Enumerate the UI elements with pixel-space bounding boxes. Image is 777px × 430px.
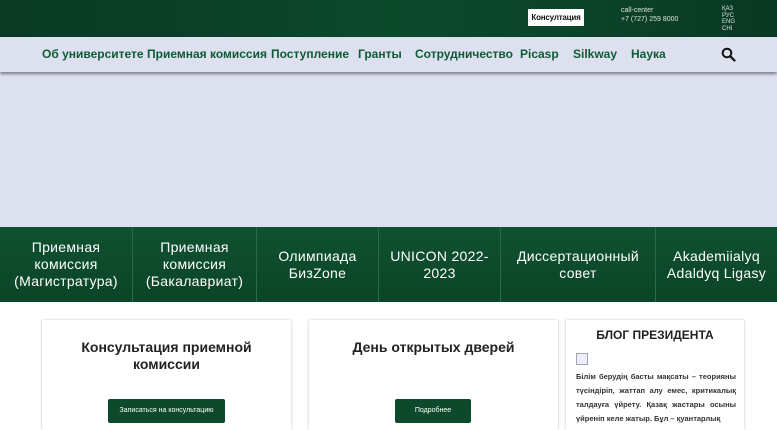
nav-item-silkway[interactable]: Silkway <box>573 37 617 72</box>
nav-item-about[interactable]: Об университете <box>42 37 144 72</box>
blog-image <box>576 353 588 365</box>
open-day-card: День открытых дверей Подробнее <box>309 320 558 430</box>
blog-excerpt[interactable]: Білім берудің басты мақсаты – теорияны т… <box>576 370 736 426</box>
quick-links: Приемная комиссия (Магистратура) Приемна… <box>0 227 777 302</box>
nav-item-enrollment[interactable]: Поступление <box>271 37 349 72</box>
tile-label: Приемная комиссия (Бакалавриат) <box>145 239 244 289</box>
tile-admission-bachelor[interactable]: Приемная комиссия (Бакалавриат) <box>133 227 257 302</box>
consultation-button[interactable]: Консултация <box>528 9 584 26</box>
blog-title: БЛОГ ПРЕЗИДЕНТА <box>596 328 714 342</box>
nav-item-grants[interactable]: Гранты <box>358 37 402 72</box>
tile-academic-integrity[interactable]: Akademiialyq Adaldyq Ligasy <box>656 227 777 302</box>
consultation-card: Консультация приемной комиссии Записатьс… <box>42 320 291 430</box>
tile-label: Akademiialyq Adaldyq Ligasy <box>666 247 767 281</box>
tile-dissertation-council[interactable]: Диссертационный совет <box>501 227 656 302</box>
tile-olympiad-bizzone[interactable]: Олимпиада БизZone <box>257 227 379 302</box>
lang-chi[interactable]: CHI <box>722 26 735 33</box>
tile-unicon[interactable]: UNICON 2022-2023 <box>379 227 501 302</box>
search-icon[interactable] <box>721 47 736 62</box>
consultation-card-title: Консультация приемной комиссии <box>81 339 252 372</box>
call-center-label: call-center <box>621 7 654 14</box>
tile-label: UNICON 2022-2023 <box>390 247 489 281</box>
tile-label: Олимпиада БизZone <box>278 247 357 281</box>
tile-label: Приемная комиссия (Магистратура) <box>14 239 118 289</box>
nav-item-picasp[interactable]: Picasp <box>520 37 559 72</box>
top-bar: Консултация call-center +7 (727) 259 800… <box>0 0 777 37</box>
language-switcher: ҚАЗ РУС ENG CHI <box>722 6 735 32</box>
open-day-card-title: День открытых дверей <box>352 339 515 355</box>
more-info-button[interactable]: Подробнее <box>395 399 471 423</box>
tile-label: Диссертационный совет <box>516 247 640 281</box>
tile-admission-masters[interactable]: Приемная комиссия (Магистратура) <box>0 227 133 302</box>
lang-eng[interactable]: ENG <box>722 19 735 26</box>
nav-item-cooperation[interactable]: Сотрудничество <box>415 37 513 72</box>
call-center-phone[interactable]: +7 (727) 259 8000 <box>621 15 678 24</box>
book-consultation-button[interactable]: Записаться на консультацию <box>108 399 225 423</box>
nav-item-admission-committee[interactable]: Приемная комиссия <box>147 37 267 72</box>
president-blog-card: БЛОГ ПРЕЗИДЕНТА Білім берудің басты мақс… <box>566 320 744 430</box>
call-center[interactable]: call-center +7 (727) 259 8000 <box>621 6 678 24</box>
main-nav: Об университете Приемная комиссия Поступ… <box>0 37 777 72</box>
nav-item-science[interactable]: Наука <box>631 37 666 72</box>
hero-banner <box>0 72 777 227</box>
